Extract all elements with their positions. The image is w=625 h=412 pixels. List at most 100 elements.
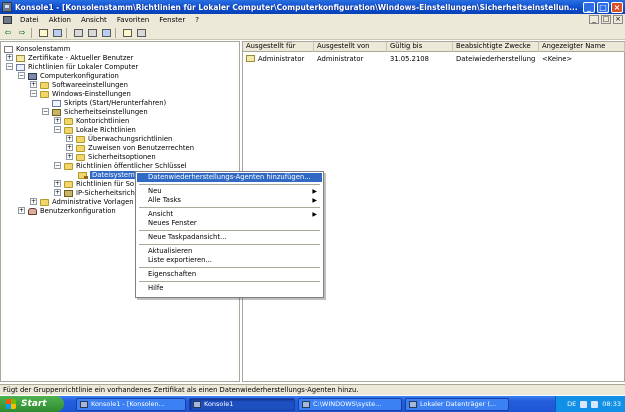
child-maximize-button[interactable]: □ <box>601 15 611 24</box>
minimize-button[interactable]: _ <box>583 1 595 13</box>
help-icon <box>122 28 132 37</box>
column-issued-to[interactable]: Ausgestellt für <box>243 42 314 52</box>
menu-item-new-taskpad[interactable]: Neue Taskpadansicht... <box>137 233 322 242</box>
tree-item-account-policies[interactable]: + Kontorichtlinien <box>54 117 129 125</box>
menu-item-add-recovery-agent[interactable]: Datenwiederherstellungs-Agenten hinzufüg… <box>137 173 322 182</box>
child-close-button[interactable]: × <box>613 15 623 24</box>
expand-toggle[interactable]: + <box>54 180 61 187</box>
menu-item-all-tasks[interactable]: Alle Tasks ▶ <box>137 196 322 205</box>
taskbar-button-windows-folder[interactable]: C:\WINDOWS\syste... <box>298 397 402 411</box>
tree-item-audit-policies[interactable]: + Überwachungsrichtlinien <box>66 135 172 143</box>
menu-item-view[interactable]: Ansicht ▶ <box>137 210 322 219</box>
child-minimize-button[interactable]: _ <box>589 15 599 24</box>
show-hide-tree-button[interactable] <box>51 27 63 38</box>
menu-aktion[interactable]: Aktion <box>44 16 76 24</box>
menu-item-new[interactable]: Neu ▶ <box>137 187 322 196</box>
tree-item-public-key-policies[interactable]: − Richtlinien öffentlicher Schlüssel <box>54 162 187 170</box>
menu-separator <box>139 244 320 245</box>
menu-fenster[interactable]: Fenster <box>154 16 190 24</box>
help-toolbar-button[interactable] <box>121 27 133 38</box>
expand-toggle[interactable]: + <box>6 54 13 61</box>
menu-item-refresh[interactable]: Aktualisieren <box>137 247 322 256</box>
taskbar-button-local-disk[interactable]: Lokaler Datenträger (... <box>405 397 509 411</box>
menu-datei[interactable]: Datei <box>15 16 44 24</box>
volume-icon[interactable] <box>591 400 599 408</box>
tree-item-windows-settings[interactable]: − Windows-Einstellungen <box>30 90 131 98</box>
tree-item-ip-security[interactable]: + IP-Sicherheitsricht <box>54 189 138 197</box>
collapse-toggle[interactable]: − <box>6 63 13 70</box>
forward-button[interactable]: ⇨ <box>16 27 28 38</box>
folder-icon <box>76 153 85 161</box>
expand-toggle[interactable]: + <box>54 189 61 196</box>
menu-item-new-window[interactable]: Neues Fenster <box>137 219 322 228</box>
expand-toggle[interactable]: + <box>54 117 61 124</box>
expand-toggle[interactable]: + <box>30 198 37 205</box>
expand-toggle[interactable]: + <box>30 81 37 88</box>
menu-item-export-list[interactable]: Liste exportieren... <box>137 256 322 265</box>
menu-help[interactable]: ? <box>190 16 204 24</box>
tree-label: Benutzerkonfiguration <box>40 207 116 215</box>
folder-icon <box>64 126 73 134</box>
menu-bar: Datei Aktion Ansicht Favoriten Fenster ?… <box>0 14 625 26</box>
list-item[interactable]: Administrator Administrator 31.05.2108 D… <box>243 54 625 63</box>
menu-item-properties[interactable]: Eigenschaften <box>137 270 322 279</box>
tree-item-user-rights[interactable]: + Zuweisen von Benutzerrechten <box>66 144 194 152</box>
menu-favoriten[interactable]: Favoriten <box>112 16 154 24</box>
expand-toggle[interactable]: + <box>66 144 73 151</box>
folder-icon <box>40 198 49 206</box>
collapse-toggle[interactable]: − <box>30 90 37 97</box>
clock[interactable]: 08:33 <box>602 400 621 408</box>
column-expiration[interactable]: Gültig bis <box>387 42 453 52</box>
menu-item-label: Ansicht <box>148 210 174 218</box>
tree-item-local-policies[interactable]: − Lokale Richtlinien <box>54 126 136 134</box>
back-button[interactable]: ⇦ <box>2 27 14 38</box>
tree-item-konsolenstamm[interactable]: Konsolenstamm <box>4 45 70 53</box>
collapse-toggle[interactable]: − <box>18 72 25 79</box>
collapse-toggle[interactable]: − <box>42 108 49 115</box>
tree-item-user-config[interactable]: + Benutzerkonfiguration <box>18 207 116 215</box>
column-issued-by[interactable]: Ausgestellt von <box>314 42 387 52</box>
tree-item-local-policy[interactable]: − Richtlinien für Lokaler Computer <box>6 63 138 71</box>
collapse-toggle[interactable]: − <box>54 126 61 133</box>
tree-item-scripts[interactable]: Skripts (Start/Herunterfahren) <box>52 99 166 107</box>
new-window-toolbar-button[interactable] <box>135 27 147 38</box>
language-indicator[interactable]: DE <box>567 400 576 408</box>
user-config-icon <box>28 207 37 215</box>
network-icon[interactable] <box>580 400 588 408</box>
tree-label: Konsolenstamm <box>16 45 71 53</box>
tree-item-admin-templates[interactable]: + Administrative Vorlagen <box>30 198 134 206</box>
collapse-toggle[interactable]: − <box>54 162 61 169</box>
properties-toolbar-button[interactable] <box>72 27 84 38</box>
taskbar-button-console[interactable]: Konsole1 <box>189 397 295 411</box>
tree-label-selected: Dateisystem <box>90 171 137 179</box>
tree-item-software-restriction[interactable]: + Richtlinien für So <box>54 180 134 188</box>
folder-icon <box>64 117 73 125</box>
maximize-button[interactable]: □ <box>597 1 609 13</box>
tree-item-efs[interactable]: Dateisystem <box>78 171 137 179</box>
up-folder-button[interactable] <box>37 27 49 38</box>
tree-item-security-options[interactable]: + Sicherheitsoptionen <box>66 153 156 161</box>
expand-toggle[interactable]: + <box>66 153 73 160</box>
cell-text: Administrator <box>258 54 305 63</box>
export-toolbar-button[interactable] <box>100 27 112 38</box>
tree-item-software-settings[interactable]: + Softwareeinstellungen <box>30 81 128 89</box>
menu-separator <box>139 184 320 185</box>
tree-item-computer-config[interactable]: − Computerkonfiguration <box>18 72 119 80</box>
mmc-app-icon[interactable] <box>2 2 12 12</box>
column-intended-purposes[interactable]: Beabsichtigte Zwecke <box>453 42 539 52</box>
expand-toggle[interactable]: + <box>18 207 25 214</box>
console-menu-icon[interactable] <box>3 16 12 24</box>
expand-toggle[interactable]: + <box>66 135 73 142</box>
taskbar-button-console-full[interactable]: Konsole1 - [Konsolen... <box>76 397 186 411</box>
refresh-toolbar-button[interactable] <box>86 27 98 38</box>
column-friendly-name[interactable]: Angezeigter Name <box>539 42 625 52</box>
menu-item-help[interactable]: Hilfe <box>137 284 322 293</box>
toolbar: ⇦ ⇨ <box>0 26 625 40</box>
tree-item-certificates-user[interactable]: + Zertifikate - Aktueller Benutzer <box>6 54 133 62</box>
tree-item-security-settings[interactable]: − Sicherheitseinstellungen <box>42 108 148 116</box>
menu-separator <box>139 267 320 268</box>
close-button[interactable]: × <box>611 1 623 13</box>
start-button[interactable]: Start <box>0 396 64 412</box>
tree-label: Überwachungsrichtlinien <box>88 135 173 143</box>
menu-ansicht[interactable]: Ansicht <box>76 16 112 24</box>
